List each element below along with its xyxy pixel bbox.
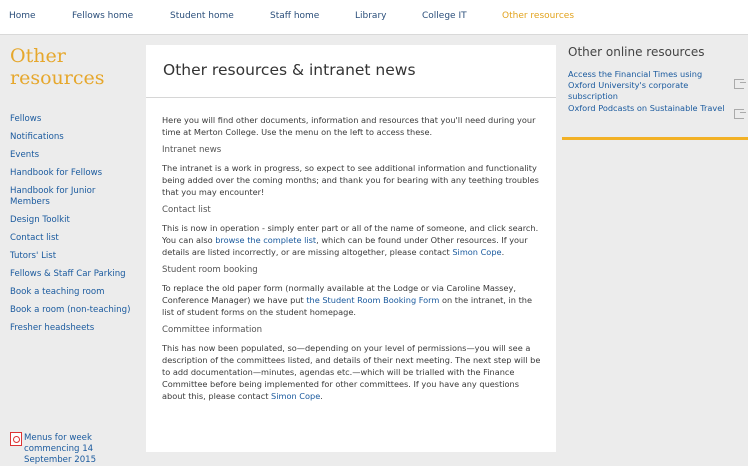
external-link-icon[interactable] bbox=[734, 79, 746, 89]
main-content: Other resources & intranet news Here you… bbox=[146, 45, 556, 452]
browse-complete-list-link[interactable]: browse the complete list bbox=[215, 235, 316, 245]
intro-paragraph: Here you will find other documents, info… bbox=[162, 115, 536, 137]
committee-information-paragraph: This has now been populated, so—dependin… bbox=[162, 342, 542, 402]
sidebar-item-handbook-fellows[interactable]: Handbook for Fellows bbox=[10, 168, 135, 179]
menus-pdf-label[interactable]: Menus for week commencing 14 September 2… bbox=[24, 433, 134, 466]
sidebar-item-fresher-headsheets[interactable]: Fresher headsheets bbox=[10, 323, 135, 334]
nav-fellows-home[interactable]: Fellows home bbox=[72, 11, 133, 21]
simon-cope-link-2[interactable]: Simon Cope bbox=[271, 391, 320, 401]
sidebar-item-contact-list[interactable]: Contact list bbox=[10, 233, 135, 244]
contact-text-3: . bbox=[501, 247, 505, 257]
nav-library[interactable]: Library bbox=[355, 11, 386, 21]
committee-text-2: . bbox=[320, 391, 323, 401]
sidebar-item-book-teaching-room[interactable]: Book a teaching room bbox=[10, 287, 135, 298]
pdf-icon bbox=[10, 432, 22, 446]
left-sidebar: Other resources Fellows Notifications Ev… bbox=[0, 35, 140, 465]
page-title: Other resources & intranet news bbox=[163, 61, 416, 79]
online-resources-title: Other online resources bbox=[568, 45, 705, 59]
student-room-booking-paragraph: To replace the old paper form (normally … bbox=[162, 282, 542, 318]
sidebar-menu: Fellows Notifications Events Handbook fo… bbox=[10, 114, 135, 341]
content-body: Here you will find other documents, info… bbox=[162, 114, 542, 408]
intranet-news-text: The intranet is a work in progress, so e… bbox=[162, 163, 539, 197]
nav-staff-home[interactable]: Staff home bbox=[270, 11, 319, 21]
oxford-podcasts-link[interactable]: Oxford Podcasts on Sustainable Travel bbox=[568, 103, 728, 114]
accent-bar bbox=[562, 137, 748, 140]
nav-home[interactable]: Home bbox=[9, 11, 36, 21]
sidebar-title: Other resources bbox=[10, 45, 105, 89]
sidebar-item-car-parking[interactable]: Fellows & Staff Car Parking bbox=[10, 269, 135, 280]
nav-student-home[interactable]: Student home bbox=[170, 11, 234, 21]
simon-cope-link[interactable]: Simon Cope bbox=[452, 247, 501, 257]
right-sidebar: Other online resources Access the Financ… bbox=[562, 35, 748, 452]
sidebar-item-tutors-list[interactable]: Tutors' List bbox=[10, 251, 135, 262]
intranet-news-heading: Intranet news bbox=[162, 145, 222, 155]
student-room-booking-form-link[interactable]: the Student Room Booking Form bbox=[306, 295, 439, 305]
financial-times-link[interactable]: Access the Financial Times using Oxford … bbox=[568, 69, 728, 102]
nav-college-it[interactable]: College IT bbox=[422, 11, 467, 21]
content-header: Other resources & intranet news bbox=[146, 45, 556, 98]
contact-list-paragraph: This is now in operation - simply enter … bbox=[162, 222, 542, 258]
student-room-booking-heading: Student room booking bbox=[162, 265, 258, 275]
external-link-icon[interactable] bbox=[734, 109, 746, 119]
committee-information-heading: Committee information bbox=[162, 325, 263, 335]
contact-list-heading: Contact list bbox=[162, 205, 211, 215]
sidebar-item-events[interactable]: Events bbox=[10, 150, 135, 161]
sidebar-item-fellows[interactable]: Fellows bbox=[10, 114, 135, 125]
sidebar-item-design-toolkit[interactable]: Design Toolkit bbox=[10, 215, 135, 226]
sidebar-item-notifications[interactable]: Notifications bbox=[10, 132, 135, 143]
top-navigation: Home Fellows home Student home Staff hom… bbox=[0, 0, 748, 35]
nav-other-resources[interactable]: Other resources bbox=[502, 11, 574, 21]
committee-text-1: This has now been populated, so—dependin… bbox=[162, 343, 541, 401]
sidebar-item-handbook-junior-members[interactable]: Handbook for Junior Members bbox=[10, 186, 135, 208]
sidebar-item-book-room-non-teaching[interactable]: Book a room (non-teaching) bbox=[10, 305, 135, 316]
